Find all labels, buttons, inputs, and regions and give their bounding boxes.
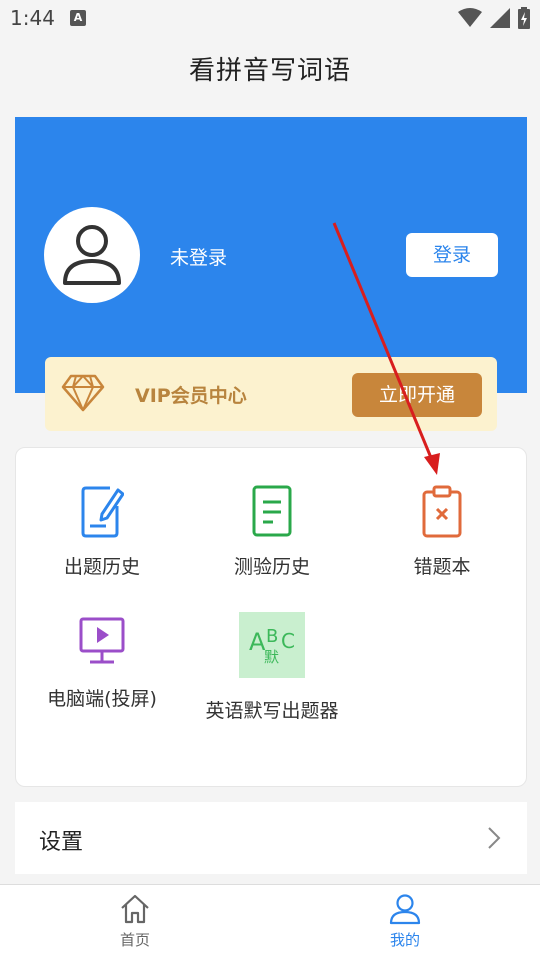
tab-mine-label: 我的 (389, 931, 420, 949)
settings-label: 设置 (39, 830, 84, 855)
settings-row[interactable]: 设置 (15, 802, 527, 874)
status-bar: 1:44 A (0, 0, 540, 36)
chevron-right-icon (488, 827, 501, 849)
diamond-icon (61, 374, 105, 412)
function-label: 出题历史 (63, 556, 140, 578)
bottom-nav: 首页 我的 (0, 884, 540, 960)
status-time: 1:44 (10, 6, 55, 30)
signal-icon (490, 8, 510, 28)
clipboard-x-icon (422, 485, 462, 538)
tab-home[interactable]: 首页 (75, 893, 195, 950)
svg-text:C: C (281, 629, 295, 653)
abc-dictation-icon: A B C 默 (239, 612, 305, 678)
svg-text:默: 默 (264, 648, 279, 666)
notification-icon: A (70, 10, 86, 26)
function-question-history[interactable]: 出题历史 (17, 484, 187, 579)
vip-card[interactable]: VIP会员中心 立即开通 (45, 357, 497, 431)
function-label: 英语默写出题器 (205, 700, 339, 722)
status-icons (458, 6, 530, 30)
function-test-history[interactable]: 测验历史 (187, 484, 357, 579)
edit-document-icon (81, 486, 124, 538)
vip-label: VIP会员中心 (135, 385, 247, 407)
login-status-text: 未登录 (170, 247, 228, 269)
wifi-icon (458, 8, 482, 27)
battery-icon (518, 7, 530, 29)
function-label: 测验历史 (233, 556, 310, 578)
svg-text:B: B (266, 626, 278, 647)
tab-home-label: 首页 (119, 931, 150, 949)
profile-banner: 未登录 登录 (15, 117, 527, 393)
avatar[interactable] (44, 207, 140, 303)
function-english-dictation[interactable]: A B C 默 英语默写出题器 (187, 612, 357, 723)
document-list-icon (252, 485, 292, 537)
user-icon (389, 894, 421, 925)
home-icon (121, 894, 149, 924)
vip-open-button[interactable]: 立即开通 (352, 373, 482, 417)
user-icon (63, 225, 121, 285)
monitor-play-icon (79, 617, 125, 664)
function-label: 错题本 (413, 556, 471, 578)
functions-card: 出题历史 测验历史 错题本 电脑端(投屏) A B C 默 英语默写出题器 (15, 447, 527, 787)
function-mistake-book[interactable]: 错题本 (357, 484, 527, 579)
login-button[interactable]: 登录 (406, 233, 498, 277)
function-label: 电脑端(投屏) (47, 688, 157, 710)
tab-mine[interactable]: 我的 (345, 893, 465, 950)
function-desktop-cast[interactable]: 电脑端(投屏) (17, 616, 187, 711)
page-title: 看拼音写词语 (188, 56, 351, 86)
